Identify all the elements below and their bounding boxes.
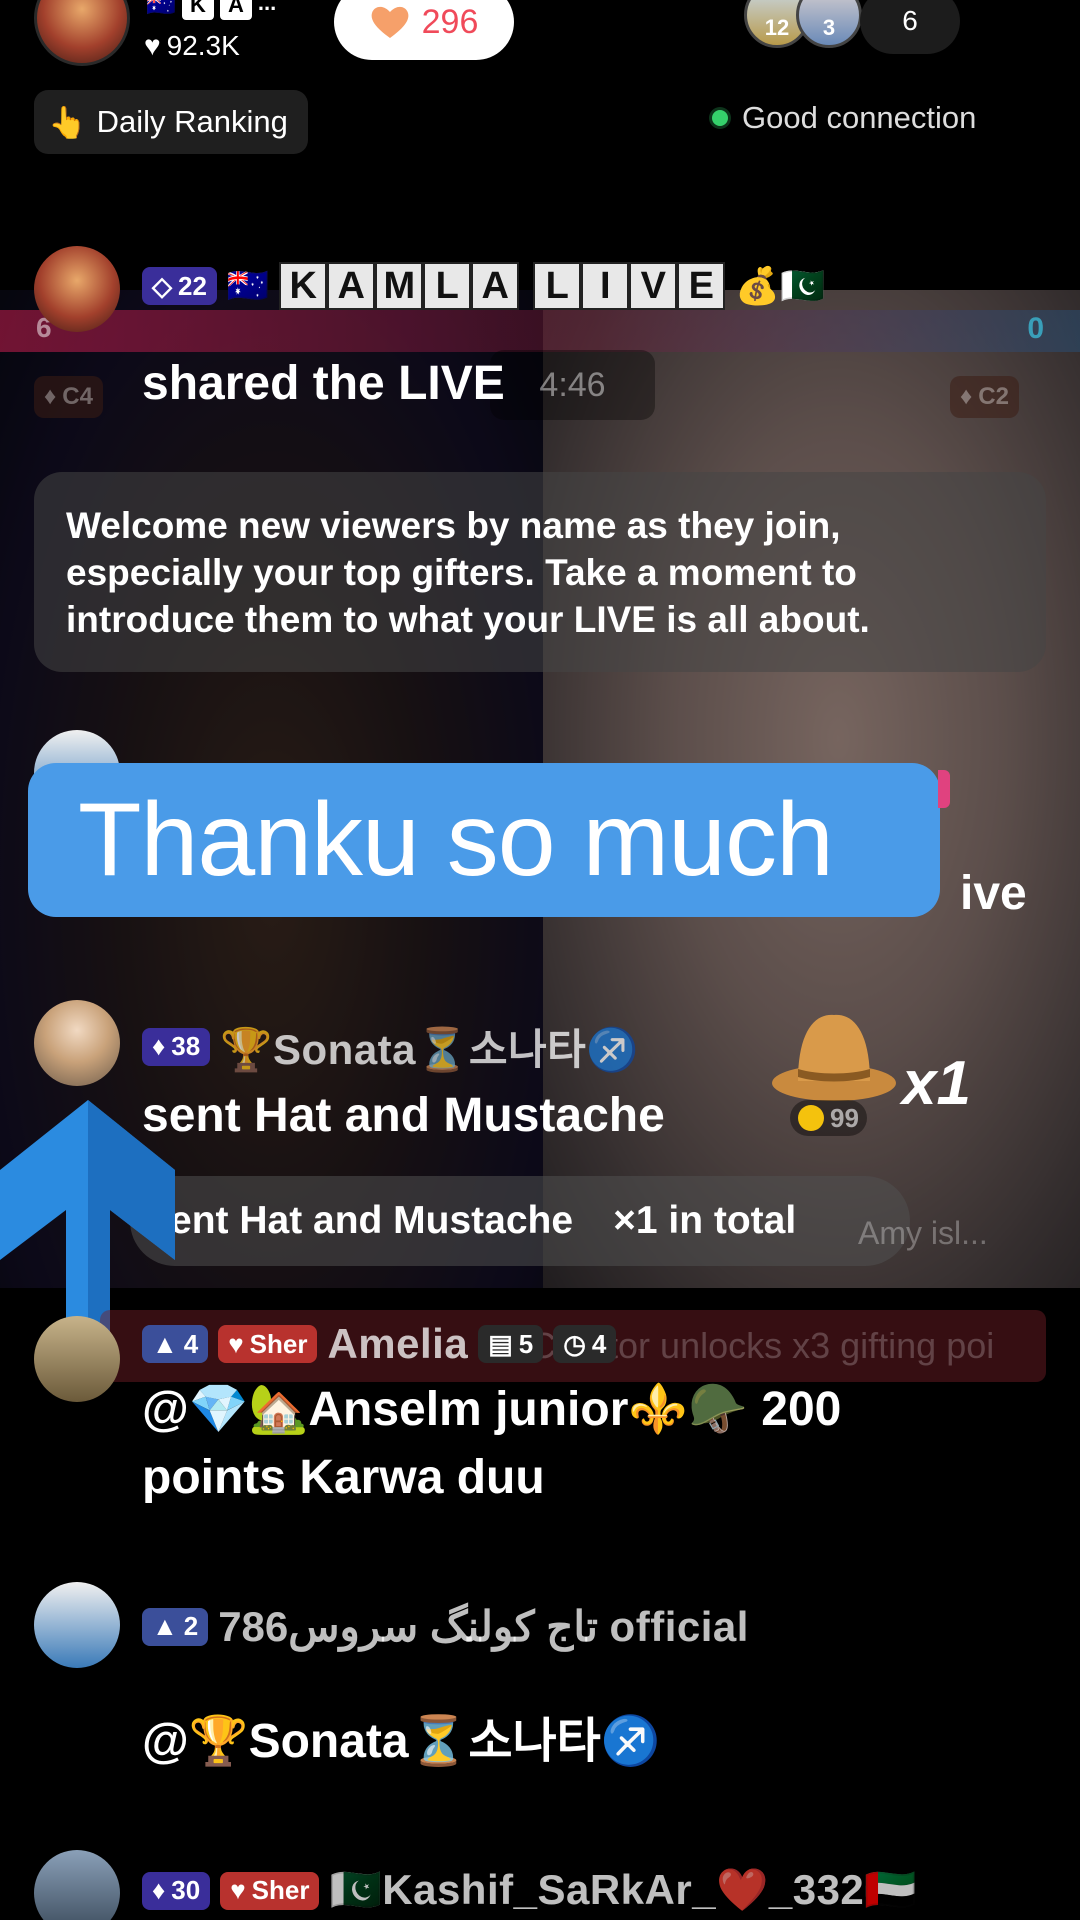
pk-right-rank-tag: ♦ C2 <box>950 376 1019 418</box>
heart-icon <box>371 6 408 39</box>
fan-level-badge: ♦ 38 <box>142 1027 211 1066</box>
heart-icon: ♥ <box>228 1328 244 1359</box>
gift-sender-name[interactable]: ♦ 38 🏆Sonata⏳소나타♐ <box>142 1016 639 1077</box>
top-viewers[interactable]: 12 3 <box>744 0 862 48</box>
comment-message: @🏆Sonata⏳소나타♐ <box>142 1715 661 1768</box>
connection-dot-icon <box>712 110 728 126</box>
share-event-name[interactable]: ◇ 22 🇦🇺 K A M L A L I V E 💰🇵🇰 <box>142 262 825 310</box>
pk-score-bar <box>0 310 1080 352</box>
connection-status: Good connection <box>712 100 976 136</box>
viewer-avatar[interactable]: 3 <box>796 0 862 48</box>
commenter-name[interactable]: ▲ 4 ♥ Sher Amelia ▤ 5 ◷ 4 <box>142 1320 617 1368</box>
triangle-icon: ▲ <box>152 1328 178 1359</box>
likes-pill[interactable]: 296 <box>334 0 514 60</box>
calendar-icon: ▤ <box>488 1328 513 1359</box>
commenter-avatar[interactable] <box>34 246 120 332</box>
commenter-avatar[interactable] <box>34 1000 120 1086</box>
faded-viewer-name: Amy isl... <box>858 1215 988 1251</box>
daily-ranking-button[interactable]: 👆 Daily Ranking <box>34 90 308 154</box>
coin-icon <box>798 1105 824 1131</box>
diamond-icon: ♦ <box>152 1875 166 1905</box>
diamond-icon: ◇ <box>152 270 172 301</box>
diamond-icon: ♦ <box>960 383 973 410</box>
level-badge: ▲ 4 <box>142 1325 209 1363</box>
clock-icon: ◷ <box>563 1328 586 1359</box>
commenter-name[interactable]: ▲ 2 786تاج کولنگ سروس official <box>142 1602 749 1651</box>
team-badge: ♥ Sher <box>220 1871 320 1910</box>
commenter-name[interactable]: ♦ 30 ♥ Sher 🇵🇰Kashif_SaRkAr_❤️_332🇦🇪 <box>142 1866 917 1915</box>
stat-badge: ▤ 5 <box>478 1325 544 1363</box>
commenter-avatar[interactable] <box>34 1582 120 1668</box>
team-badge: ♥ Sher <box>218 1325 318 1363</box>
pointing-hand-icon: 👆 <box>48 104 87 140</box>
video-caption: Thanku so much <box>28 763 940 917</box>
commenter-avatar[interactable] <box>34 1316 120 1402</box>
fan-level-badge: ◇ 22 <box>142 267 217 305</box>
level-badge: ▲ 2 <box>142 1607 209 1646</box>
gift-coin-value: 99 <box>790 1100 867 1136</box>
fan-level-badge: ♦ 30 <box>142 1871 211 1910</box>
heart-icon: ♥ <box>230 1875 246 1905</box>
diamond-icon: ♦ <box>44 383 57 410</box>
heart-icon: ♥ <box>144 30 161 61</box>
viewer-count[interactable]: 6 <box>860 0 960 54</box>
pk-timer: 4:46 <box>490 350 655 420</box>
australia-flag-icon: 🇦🇺 <box>146 0 176 18</box>
host-avatar[interactable] <box>34 0 130 66</box>
hidden-message-fragment: ive <box>960 867 1027 920</box>
daily-ranking-label: Daily Ranking <box>96 104 288 139</box>
stat-badge: ◷ 4 <box>553 1325 617 1363</box>
host-tip-card: Welcome new viewers by name as they join… <box>34 472 1046 672</box>
pk-left-rank-tag: ♦ C4 <box>34 376 103 418</box>
diamond-icon: ♦ <box>152 1031 166 1061</box>
pk-right-score: 0 <box>1027 312 1044 345</box>
triangle-icon: ▲ <box>152 1611 178 1641</box>
gift-message: sent Hat and Mustache <box>142 1089 665 1142</box>
gift-multiplier: x1 <box>902 1049 971 1118</box>
commenter-avatar[interactable] <box>34 1850 120 1920</box>
cowboy-hat-gift-icon <box>772 1014 896 1101</box>
gift-total-banner: ent Hat and Mustache ×1 in total <box>130 1176 910 1266</box>
comment-message: @💎🏡Anselm junior⚜️🪖 200 points Karwa duu <box>142 1383 842 1504</box>
share-event-message: shared the LIVE <box>142 357 505 410</box>
host-name[interactable]: 🇦🇺 K A ... <box>146 0 276 20</box>
host-likes: ♥ 92.3K <box>144 30 240 61</box>
